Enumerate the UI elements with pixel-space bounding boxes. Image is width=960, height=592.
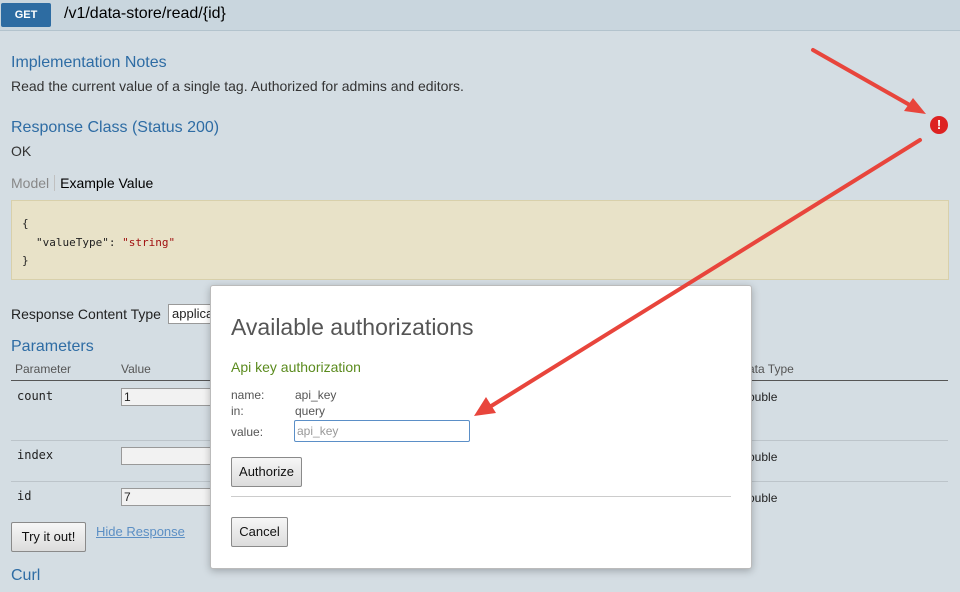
annotation-arrow [474, 138, 922, 416]
annotation-arrows [474, 48, 926, 416]
annotation-arrow [811, 48, 926, 114]
